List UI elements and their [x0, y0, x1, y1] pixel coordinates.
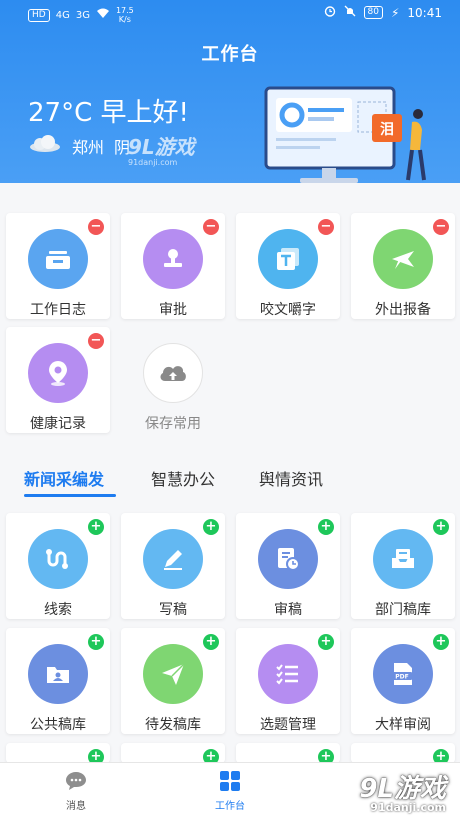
page-title: 工作台 [201, 44, 259, 65]
tile-proofreading[interactable]: 咬文嚼字 − [236, 213, 340, 319]
tab-news-editing[interactable]: 新闻采编发 [24, 466, 104, 490]
remove-badge[interactable]: − [318, 219, 334, 235]
chat-bubble-icon [64, 769, 88, 793]
dashboard-illustration: 泪 [262, 80, 432, 183]
header: HD 4G 3G 17.5 K/s 80 ⚡ 10:41 工作台 27°C 早上好… [0, 0, 460, 183]
tile-label: 线索 [44, 602, 72, 618]
tile-label: 选题管理 [260, 717, 316, 733]
nav-messages[interactable]: 消息 [36, 769, 116, 812]
plane-icon [373, 229, 433, 289]
tile-label: 写稿 [159, 602, 187, 618]
wifi-icon [96, 8, 110, 22]
doc-clock-icon [258, 529, 318, 589]
grid-icon [218, 769, 242, 793]
tab-public-opinion[interactable]: 舆情资讯 [259, 466, 323, 490]
watermark: 9L游戏 91danji.com [128, 135, 195, 167]
weather: 郑州 阴 [28, 134, 130, 158]
tile-partial[interactable]: + [351, 743, 455, 765]
tile-label: 咬文嚼字 [260, 302, 316, 318]
add-badge[interactable]: + [88, 634, 104, 650]
network-speed: 17.5 K/s [115, 6, 134, 24]
remove-badge[interactable]: − [88, 333, 104, 349]
tile-topic-management[interactable]: 选题管理 + [236, 628, 340, 734]
add-badge[interactable]: + [203, 519, 219, 535]
tile-approval[interactable]: 审批 − [121, 213, 225, 319]
nav-label: 消息 [66, 801, 86, 812]
mute-icon [344, 5, 356, 20]
tile-partial[interactable]: + [6, 743, 110, 765]
battery-level: 80 [363, 6, 383, 19]
tile-label: 审批 [159, 302, 187, 318]
tile-pending-library[interactable]: 待发稿库 + [121, 628, 225, 734]
add-badge[interactable]: + [318, 519, 334, 535]
tile-label: 审稿 [274, 602, 302, 618]
tile-clues[interactable]: 线索 + [6, 513, 110, 619]
tile-health-record[interactable]: 健康记录 − [6, 327, 110, 433]
pencil-icon [143, 529, 203, 589]
tab-smart-office[interactable]: 智慧办公 [151, 466, 215, 490]
location-icon [28, 343, 88, 403]
save-favorites-button[interactable]: 保存常用 [121, 327, 225, 433]
svg-text:PDF: PDF [395, 674, 408, 681]
add-badge[interactable]: + [318, 634, 334, 650]
send-icon [143, 644, 203, 704]
signal-4g-icon: 4G [55, 9, 70, 21]
text-icon [258, 229, 318, 289]
clock: 10:41 [407, 5, 442, 20]
nav-label: 工作台 [215, 801, 245, 812]
cloud-upload-icon [143, 343, 203, 403]
tile-partial[interactable]: + [236, 743, 340, 765]
status-bar: HD 4G 3G 17.5 K/s 80 ⚡ 10:41 [0, 0, 460, 26]
tile-label: 大样审阅 [375, 717, 431, 733]
tile-label: 保存常用 [145, 416, 201, 432]
tile-label: 部门稿库 [375, 602, 431, 618]
add-badge[interactable]: + [433, 519, 449, 535]
active-tab-indicator [24, 494, 116, 497]
stamp-icon [143, 229, 203, 289]
pdf-icon: PDF [373, 644, 433, 704]
remove-badge[interactable]: − [433, 219, 449, 235]
add-badge[interactable]: + [88, 519, 104, 535]
tile-dept-library[interactable]: 部门稿库 + [351, 513, 455, 619]
add-badge[interactable]: + [203, 634, 219, 650]
tile-proof-review[interactable]: PDF 大样审阅 + [351, 628, 455, 734]
charging-icon: ⚡ [390, 5, 400, 20]
tile-label: 外出报备 [375, 302, 431, 318]
svg-text:泪: 泪 [380, 121, 394, 138]
remove-badge[interactable]: − [88, 219, 104, 235]
tile-label: 公共稿库 [30, 717, 86, 733]
tile-public-library[interactable]: 公共稿库 + [6, 628, 110, 734]
tile-review[interactable]: 审稿 + [236, 513, 340, 619]
route-icon [28, 529, 88, 589]
tile-label: 待发稿库 [145, 717, 201, 733]
signal-3g-icon: 3G [75, 9, 90, 21]
remove-badge[interactable]: − [203, 219, 219, 235]
alarm-icon [324, 5, 336, 20]
cloud-icon [28, 135, 62, 157]
category-tabs: 新闻采编发 智慧办公 舆情资讯 [0, 462, 460, 502]
tray-icon [373, 529, 433, 589]
add-badge[interactable]: + [433, 634, 449, 650]
greeting: 27°C 早上好! [28, 98, 189, 128]
folder-icon [28, 644, 88, 704]
tile-label: 健康记录 [30, 416, 86, 432]
tile-outing-report[interactable]: 外出报备 − [351, 213, 455, 319]
hd-badge: HD [28, 8, 50, 22]
watermark-large: 9L游戏 91danji.com [359, 774, 446, 814]
tile-label: 工作日志 [30, 302, 86, 318]
nav-workbench[interactable]: 工作台 [190, 769, 270, 812]
city-name: 郑州 [72, 138, 105, 157]
tile-partial[interactable]: + [121, 743, 225, 765]
tile-write[interactable]: 写稿 + [121, 513, 225, 619]
checklist-icon [258, 644, 318, 704]
inbox-icon [28, 229, 88, 289]
tile-work-log[interactable]: 工作日志 − [6, 213, 110, 319]
